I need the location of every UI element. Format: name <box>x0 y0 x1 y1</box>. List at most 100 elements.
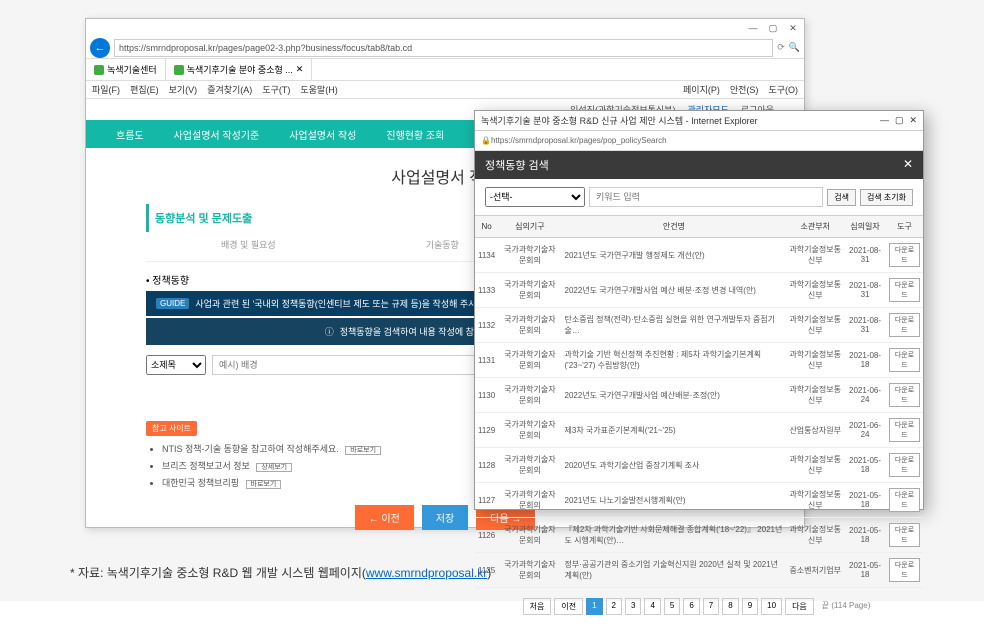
cell-dept: 과학기술정보통신부 <box>786 273 844 308</box>
cell-title[interactable]: 『제2차 과학기술기반 사회문제해결 종합계획('18~'22)』 2021년도… <box>562 518 787 553</box>
cell-date: 2021-08-18 <box>844 343 886 378</box>
browser-tabs: 녹색기술센터 녹색기후기술 분야 중소형 ... ✕ <box>86 59 804 81</box>
prev-button[interactable]: ← 이전 <box>355 505 414 530</box>
download-button[interactable]: 다운로드 <box>889 313 920 337</box>
cell-no: 1129 <box>475 413 498 448</box>
cell-title[interactable]: 과학기술 기반 혁신정책 추진현황 : 제5차 과학기술기본계획('23~'27… <box>562 343 787 378</box>
table-row: 1134국가과학기술자문회의2021년도 국가연구개발 행정제도 개선(안)과학… <box>475 238 923 273</box>
subtitle-select[interactable]: 소제목 <box>146 355 206 375</box>
download-button[interactable]: 다운로드 <box>889 558 920 582</box>
cell-title[interactable]: 탄소중립 정책(전략)·탄소중립 실현을 위한 연구개발투자 중점기술… <box>562 308 787 343</box>
col-title: 안건명 <box>562 216 787 238</box>
download-button[interactable]: 다운로드 <box>889 453 920 477</box>
cell-date: 2021-05-18 <box>844 448 886 483</box>
toolbar-tools[interactable]: 도구(O) <box>768 83 798 96</box>
table-row: 1128국가과학기술자문회의2020년도 과학기술산업 중장기계획 조사과학기술… <box>475 448 923 483</box>
menubar: 파일(F) 편집(E) 보기(V) 즐겨찾기(A) 도구(T) 도움말(H) 페… <box>86 81 804 99</box>
nav-write[interactable]: 사업설명서 작성 <box>289 127 356 142</box>
table-row: 1133국가과학기술자문회의2022년도 국가연구개발사업 예산 배분·조정 변… <box>475 273 923 308</box>
popup-close-button[interactable]: ✕ <box>909 115 917 126</box>
cell-title[interactable]: 2021년도 국가연구개발 행정제도 개선(안) <box>562 238 787 273</box>
popup-search-button[interactable]: 검색 <box>827 189 856 206</box>
menu-help[interactable]: 도움말(H) <box>300 83 337 96</box>
toolbar-page[interactable]: 페이지(P) <box>683 83 720 96</box>
close-tab-icon[interactable]: ✕ <box>296 64 304 75</box>
download-button[interactable]: 다운로드 <box>889 523 920 547</box>
nav-flow[interactable]: 흐름도 <box>116 127 144 142</box>
col-date: 심의일자 <box>844 216 886 238</box>
popup-titlebar: 녹색기후기술 분야 중소형 R&D 신규 사업 제안 시스템 - Interne… <box>475 111 923 131</box>
back-button[interactable]: ← <box>90 38 110 58</box>
cell-title[interactable]: 2022년도 국가연구개발사업 예산 배분·조정 변경 내역(안) <box>562 273 787 308</box>
cell-date: 2021-05-18 <box>844 553 886 588</box>
download-button[interactable]: 다운로드 <box>889 243 920 267</box>
ref-link-2[interactable]: 상세보기 <box>256 463 292 472</box>
favicon-icon <box>94 65 104 75</box>
cell-date: 2021-08-31 <box>844 308 886 343</box>
favicon-icon <box>174 65 184 75</box>
cell-dept: 과학기술정보통신부 <box>786 448 844 483</box>
popup-reset-button[interactable]: 검색 초기화 <box>860 189 913 206</box>
download-button[interactable]: 다운로드 <box>889 488 920 512</box>
close-button[interactable]: ✕ <box>786 23 800 34</box>
url-input[interactable]: https://smrndproposal.kr/pages/page02-3.… <box>114 39 773 57</box>
minimize-button[interactable]: — <box>746 23 760 33</box>
cell-title[interactable]: 2021년도 나노기술발전시행계획(안) <box>562 483 787 518</box>
menu-fav[interactable]: 즐겨찾기(A) <box>207 83 252 96</box>
popup-keyword-input[interactable] <box>589 187 823 207</box>
menu-edit[interactable]: 편집(E) <box>130 83 159 96</box>
toolbar-safety[interactable]: 안전(S) <box>730 83 759 96</box>
address-bar-row: ← https://smrndproposal.kr/pages/page02-… <box>86 37 804 59</box>
cell-date: 2021-06-24 <box>844 378 886 413</box>
menu-tools[interactable]: 도구(T) <box>262 83 290 96</box>
popup-filter-select[interactable]: -선택- <box>485 187 585 207</box>
download-button[interactable]: 다운로드 <box>889 418 920 442</box>
search-icon[interactable]: 🔍 <box>789 42 800 53</box>
cell-org: 국가과학기술자문회의 <box>498 238 561 273</box>
col-tool: 도구 <box>886 216 923 238</box>
popup-address-bar[interactable]: 🔒 https://smrndproposal.kr/pages/pop_pol… <box>475 131 923 151</box>
ref-badge: 참고 사이트 <box>146 421 197 436</box>
cell-title[interactable]: 제3차 국가표준기본계획('21~'25) <box>562 413 787 448</box>
cell-dept: 과학기술정보통신부 <box>786 238 844 273</box>
maximize-button[interactable]: ▢ <box>766 23 780 34</box>
table-row: 1130국가과학기술자문회의2022년도 국가연구개발사업 예산배분·조정(안)… <box>475 378 923 413</box>
cell-date: 2021-05-18 <box>844 483 886 518</box>
cell-no: 1134 <box>475 238 498 273</box>
nav-progress[interactable]: 진행현황 조회 <box>386 127 444 142</box>
download-button[interactable]: 다운로드 <box>889 278 920 302</box>
menu-view[interactable]: 보기(V) <box>169 83 198 96</box>
subnav-1[interactable]: 배경 및 필요성 <box>221 238 276 251</box>
tab-1[interactable]: 녹색기술센터 <box>86 59 166 80</box>
popup-header-title: 정책동향 검색 <box>485 157 549 173</box>
save-button[interactable]: 저장 <box>422 505 468 530</box>
cell-no: 1128 <box>475 448 498 483</box>
refresh-icon[interactable]: ⟳ <box>777 42 785 53</box>
cell-date: 2021-05-18 <box>844 518 886 553</box>
cell-org: 국가과학기술자문회의 <box>498 518 561 553</box>
pagination: 처음 이전 12345678910 다음 끝 (114 Page) <box>475 588 923 625</box>
popup-min-button[interactable]: — <box>880 115 889 126</box>
popup-search-row: -선택- 검색 검색 초기화 <box>475 179 923 215</box>
tab-2[interactable]: 녹색기후기술 분야 중소형 ... ✕ <box>166 59 313 80</box>
cell-no: 1133 <box>475 273 498 308</box>
subnav-2[interactable]: 기술동향 <box>426 238 459 251</box>
cell-title[interactable]: 2020년도 과학기술산업 중장기계획 조사 <box>562 448 787 483</box>
cell-dept: 산업통상자원부 <box>786 413 844 448</box>
cell-no: 1127 <box>475 483 498 518</box>
ref-link-3[interactable]: 바로보기 <box>246 480 282 489</box>
popup-dismiss-button[interactable]: ✕ <box>903 157 913 173</box>
ref-link-1[interactable]: 바로보기 <box>345 446 381 455</box>
cell-no: 1126 <box>475 518 498 553</box>
cell-title[interactable]: 2022년도 국가연구개발사업 예산배분·조정(안) <box>562 378 787 413</box>
cell-title[interactable]: 정부·공공기관의 중소기업 기술혁신지원 2020년 실적 및 2021년 계획… <box>562 553 787 588</box>
menu-file[interactable]: 파일(F) <box>92 83 120 96</box>
table-row: 1129국가과학기술자문회의제3차 국가표준기본계획('21~'25)산업통상자… <box>475 413 923 448</box>
popup-max-button[interactable]: ▢ <box>895 115 904 126</box>
source-link[interactable]: www.smrndproposal.kr <box>366 566 487 580</box>
cell-dept: 과학기술정보통신부 <box>786 308 844 343</box>
download-button[interactable]: 다운로드 <box>889 348 920 372</box>
nav-criteria[interactable]: 사업설명서 작성기준 <box>174 127 260 142</box>
download-button[interactable]: 다운로드 <box>889 383 920 407</box>
window-titlebar: — ▢ ✕ <box>86 19 804 37</box>
